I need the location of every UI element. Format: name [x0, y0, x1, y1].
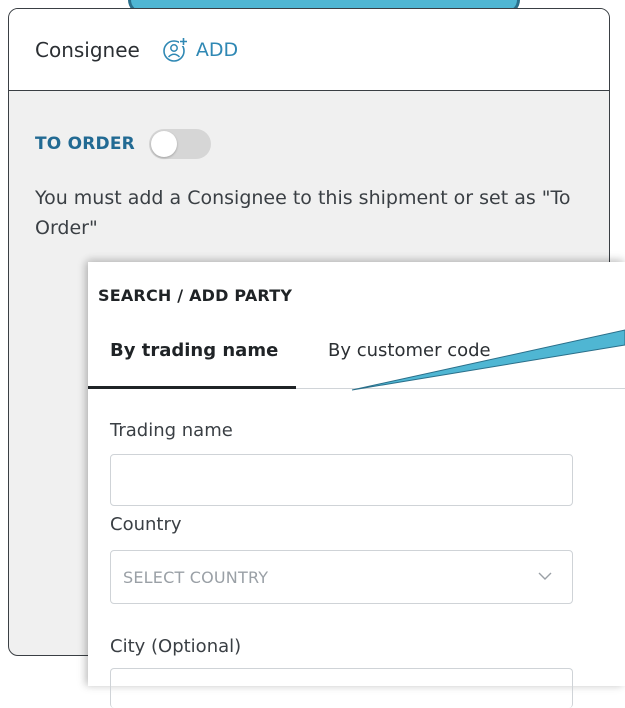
country-select[interactable]: SELECT COUNTRY	[110, 550, 573, 604]
party-search-tabs: By trading name By customer code	[88, 332, 625, 389]
toggle-knob	[150, 131, 177, 157]
city-input[interactable]	[110, 668, 573, 708]
to-order-label: TO ORDER	[35, 134, 135, 154]
active-tab-indicator	[88, 386, 296, 389]
city-label: City (Optional)	[110, 636, 242, 657]
tab-by-customer-code[interactable]: By customer code	[328, 340, 491, 386]
consignee-notice: You must add a Consignee to this shipmen…	[35, 187, 571, 239]
trading-name-input[interactable]	[110, 454, 573, 506]
country-placeholder: SELECT COUNTRY	[123, 567, 269, 587]
consignee-title: Consignee	[35, 37, 140, 62]
add-label: ADD	[195, 38, 239, 61]
chevron-down-icon	[538, 572, 552, 580]
trading-name-label: Trading name	[110, 420, 233, 441]
consignee-header: Consignee ADD	[9, 9, 609, 91]
add-user-icon	[163, 36, 188, 62]
to-order-toggle[interactable]	[148, 129, 211, 159]
panel-title: SEARCH / ADD PARTY	[98, 286, 293, 305]
add-consignee-button[interactable]: ADD	[162, 36, 239, 63]
to-order-row: TO ORDER	[9, 91, 609, 159]
search-add-party-panel: SEARCH / ADD PARTY By trading name By cu…	[88, 262, 625, 708]
tab-by-trading-name[interactable]: By trading name	[110, 340, 278, 386]
country-label: Country	[110, 514, 182, 535]
